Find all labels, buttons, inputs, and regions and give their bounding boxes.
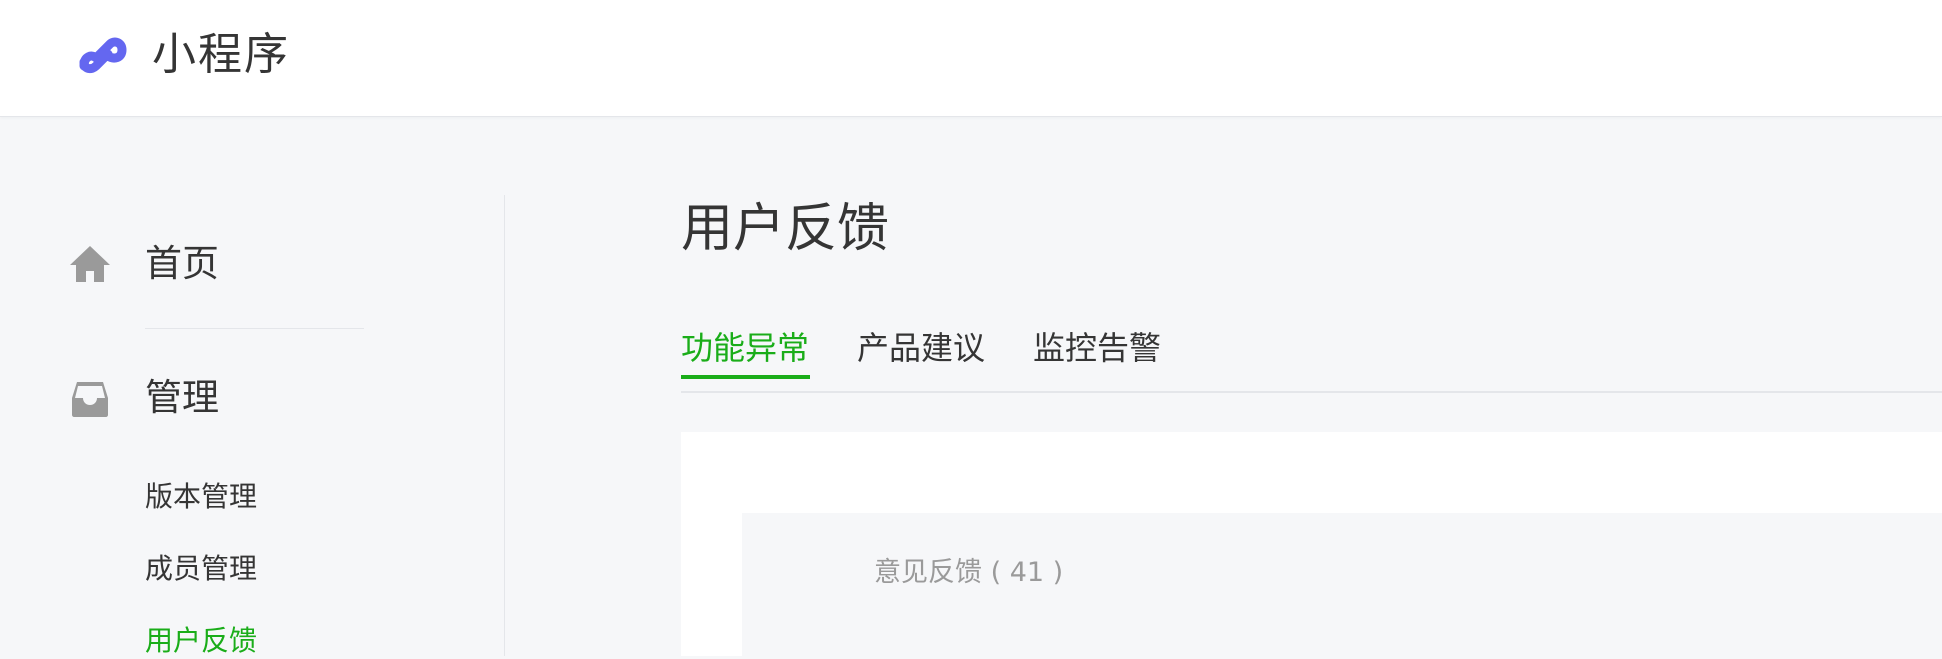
tab-monitoring-alerts[interactable]: 监控告警 xyxy=(1033,320,1161,376)
tab-label: 监控告警 xyxy=(1033,329,1162,367)
sidebar-item-member-management[interactable]: 成员管理 xyxy=(145,551,257,587)
sidebar-separator xyxy=(145,328,364,329)
home-icon xyxy=(70,246,110,282)
active-tab-indicator xyxy=(681,375,810,379)
sidebar-item-user-feedback[interactable]: 用户反馈 xyxy=(145,623,257,659)
mini-program-logo-icon xyxy=(79,37,127,74)
feedback-header-row: 意见反馈 ( 41 ) xyxy=(742,513,1942,656)
sidebar-item-label: 首页 xyxy=(145,242,219,285)
tab-bar: 功能异常 产品建议 监控告警 xyxy=(681,320,1942,393)
app-name: 小程序 xyxy=(152,29,290,80)
feedback-count-label: 意见反馈 ( 41 ) xyxy=(874,557,1064,588)
tab-label: 产品建议 xyxy=(857,329,986,367)
sidebar-group-label: 管理 xyxy=(145,376,219,419)
tab-product-suggestion[interactable]: 产品建议 xyxy=(857,320,985,376)
sidebar-divider xyxy=(504,195,505,656)
page-title: 用户反馈 xyxy=(681,199,890,259)
feedback-card: 意见反馈 ( 41 ) xyxy=(681,432,1942,656)
sidebar-item-home[interactable]: 首页 xyxy=(66,240,219,288)
tab-function-exception[interactable]: 功能异常 xyxy=(681,320,810,379)
brand[interactable]: 小程序 xyxy=(70,26,290,84)
top-bar: 小程序 xyxy=(0,0,1942,117)
sidebar-group-manage[interactable]: 管理 xyxy=(66,374,219,422)
tab-label: 功能异常 xyxy=(681,329,810,367)
sidebar-item-version-management[interactable]: 版本管理 xyxy=(145,479,257,515)
inbox-tray-icon xyxy=(72,382,108,417)
